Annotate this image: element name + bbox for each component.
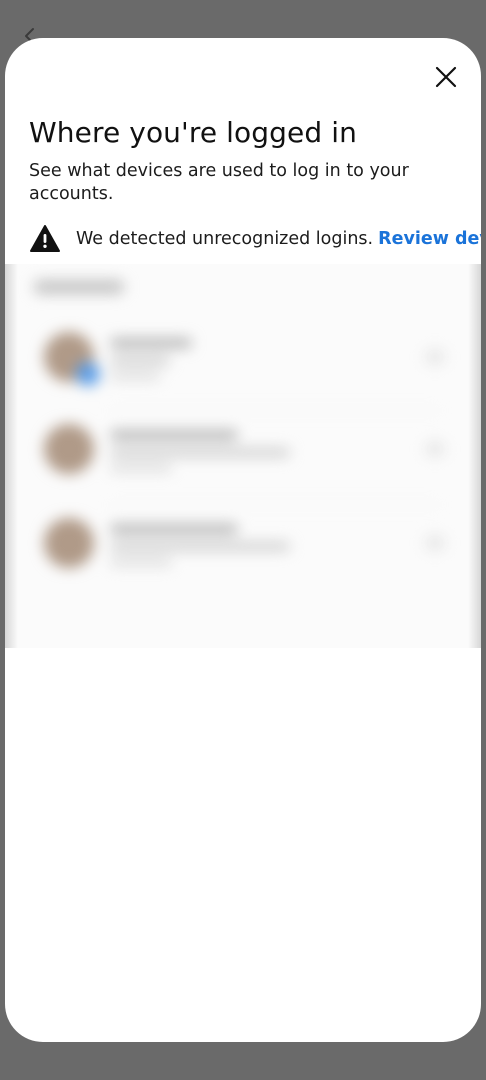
page-title: Where you're logged in (29, 116, 357, 149)
alert-text: We detected unrecognized logins. (76, 229, 374, 249)
account-row[interactable] (44, 424, 454, 494)
unrecognized-logins-alert: We detected unrecognized logins. Review … (29, 224, 481, 254)
close-icon (435, 66, 457, 88)
account-row[interactable] (44, 518, 454, 588)
logged-in-sheet: Where you're logged in See what devices … (5, 38, 481, 1042)
account-badge-icon (76, 362, 100, 386)
avatar (44, 518, 94, 568)
avatar (44, 424, 94, 474)
accounts-section-label (34, 280, 124, 294)
account-row[interactable] (44, 332, 454, 402)
warning-triangle-icon (30, 225, 60, 252)
review-devices-link[interactable]: Review devices (378, 229, 481, 249)
accounts-list-blurred (5, 264, 481, 648)
close-button[interactable] (431, 62, 461, 92)
page-subtitle: See what devices are used to log in to y… (29, 161, 409, 204)
